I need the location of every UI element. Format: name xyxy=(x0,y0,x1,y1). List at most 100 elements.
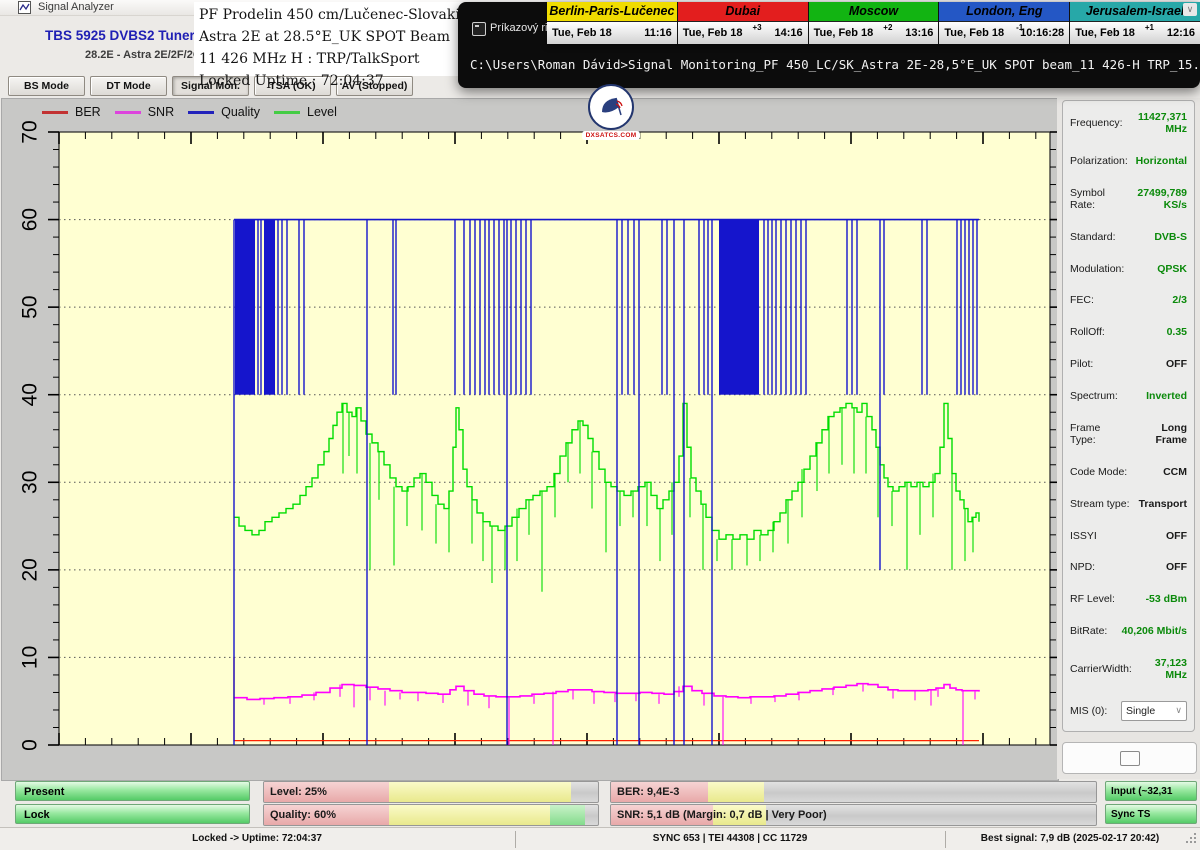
quality-bar-segment xyxy=(550,805,585,825)
clock-berlin-paris-lucenec: Berlin-Paris-Lučenec Tue, Feb 1811:16 xyxy=(547,2,677,44)
legend-label-level: Level xyxy=(307,105,337,119)
window-title: Signal Analyzer xyxy=(38,1,114,13)
param-label: RF Level: xyxy=(1070,593,1115,605)
param-value: 37,123 MHz xyxy=(1132,657,1187,681)
svg-text:40: 40 xyxy=(19,383,42,406)
clock-time: 14:16 xyxy=(774,27,802,39)
log-button[interactable] xyxy=(1062,742,1197,774)
quality-bar-segment xyxy=(389,805,549,825)
status-separator xyxy=(515,831,516,848)
param-label: Code Mode: xyxy=(1070,466,1127,478)
clock-time: 12:16 xyxy=(1167,27,1195,39)
snr-bar: SNR: 5,1 dB (Margin: 0,7 dB | Very Poor) xyxy=(610,804,1097,826)
param-row: Frame Type:Long Frame xyxy=(1070,422,1187,446)
level-bar-segment xyxy=(389,782,571,802)
param-label: Polarization: xyxy=(1070,155,1128,167)
clock-time: 10:16:28 xyxy=(1020,27,1064,39)
clock-jerusalem: Jerusalem-Israel Tue, Feb 1812:16 +1 xyxy=(1069,2,1200,44)
param-value: 0.35 xyxy=(1167,326,1187,338)
list-icon xyxy=(1120,751,1140,766)
legend-item-snr: SNR xyxy=(115,105,174,119)
svg-text:70: 70 xyxy=(19,120,42,143)
clock-utc-offset: +2 xyxy=(883,23,892,32)
present-indicator[interactable]: Present xyxy=(15,781,250,801)
status-uptime: Locked -> Uptime: 72:04:37 xyxy=(192,833,322,844)
quality-legend-line xyxy=(188,111,214,114)
param-value: Long Frame xyxy=(1128,422,1187,446)
signal-analyzer-window: Signal Analyzer TBS 5925 DVBS2 Tuner 28.… xyxy=(0,0,1200,850)
tab-bs-mode[interactable]: BS Mode xyxy=(8,76,85,96)
param-label: Modulation: xyxy=(1070,263,1124,275)
param-value: 27499,789 KS/s xyxy=(1123,187,1187,211)
param-value: OFF xyxy=(1166,358,1187,370)
sync-ts-indicator[interactable]: Sync TS xyxy=(1105,804,1197,824)
mis-selected-value: Single xyxy=(1126,705,1155,717)
mis-dropdown[interactable]: Single ∨ xyxy=(1121,701,1187,721)
param-label: Frame Type: xyxy=(1070,422,1128,446)
param-value: 11427,371 MHz xyxy=(1123,111,1187,135)
caption-line-3: 11 426 MHz H : TRP/TalkSport xyxy=(199,48,468,70)
status-bar: Locked -> Uptime: 72:04:37 SYNC 653 | TE… xyxy=(0,827,1200,850)
clock-city-label: London, Eng xyxy=(939,2,1069,22)
param-value: -53 dBm xyxy=(1146,593,1187,605)
param-label: Frequency: xyxy=(1070,117,1123,129)
legend-item-level: Level xyxy=(274,105,337,119)
caption-line-2: Astra 2E at 28.5°E_UK SPOT Beam xyxy=(199,26,468,48)
satellite-dish-icon xyxy=(588,84,634,130)
param-label: Standard: xyxy=(1070,231,1116,243)
param-row: Stream type: Transport xyxy=(1070,498,1187,510)
param-label: Symbol Rate: xyxy=(1070,187,1123,211)
param-value: DVB-S xyxy=(1154,231,1187,243)
param-row: Pilot: OFF xyxy=(1070,358,1187,370)
input-bitrate-indicator[interactable]: Input (~32,31 Mbps) xyxy=(1105,781,1197,801)
tuner-name: TBS 5925 DVBS2 Tuner xyxy=(45,28,195,43)
param-value: Transport xyxy=(1139,498,1187,510)
caption-overlay: PF Prodelin 450 cm/Lučenec-Slovakia Astr… xyxy=(199,4,468,92)
resize-grip[interactable] xyxy=(1186,833,1197,844)
param-row: FEC:2/3 xyxy=(1070,294,1187,306)
param-value: QPSK xyxy=(1157,263,1187,275)
tab-dt-mode[interactable]: DT Mode xyxy=(90,76,167,96)
mis-row: MIS (0): Single ∨ xyxy=(1070,701,1187,721)
clock-date: Tue, Feb 18 xyxy=(944,27,1004,39)
status-sync-counters: SYNC 653 | TEI 44308 | CC 11729 xyxy=(653,833,808,844)
legend-item-ber: BER xyxy=(42,105,101,119)
terminal-command-line[interactable]: C:\Users\Roman Dávid>Signal Monitoring_P… xyxy=(470,57,1200,72)
param-row: Polarization:Horizontal xyxy=(1070,155,1187,167)
param-row: BitRate:40,206 Mbit/s xyxy=(1070,625,1187,637)
param-label: Pilot: xyxy=(1070,358,1093,370)
terminal-title[interactable]: Príkazový ria xyxy=(490,22,554,34)
world-clocks: Berlin-Paris-Lučenec Tue, Feb 1811:16 Du… xyxy=(547,2,1200,44)
ber-bar-text: BER: 9,4E-3 xyxy=(617,782,679,802)
param-row: Code Mode:CCM xyxy=(1070,466,1187,478)
ber-bar: BER: 9,4E-3 xyxy=(610,781,1097,803)
param-label: RollOff: xyxy=(1070,326,1105,338)
param-label: CarrierWidth: xyxy=(1070,663,1132,675)
quality-bar-text: Quality: 60% xyxy=(270,805,336,825)
param-value: OFF xyxy=(1166,530,1187,542)
clock-city-label: Jerusalem-Israel xyxy=(1070,2,1200,22)
clock-moscow: Moscow Tue, Feb 1813:16 +2 xyxy=(808,2,939,44)
param-label: NPD: xyxy=(1070,561,1095,573)
svg-text:10: 10 xyxy=(19,646,42,669)
param-label: Spectrum: xyxy=(1070,390,1118,402)
param-label: ISSYI xyxy=(1070,530,1097,542)
quality-bar: Quality: 60% xyxy=(263,804,599,826)
svg-text:30: 30 xyxy=(19,471,42,494)
clock-city-label: Dubai xyxy=(678,2,808,22)
lock-indicator[interactable]: Lock xyxy=(15,804,250,824)
param-value: Inverted xyxy=(1146,390,1187,402)
logo-text: DXSATCS.COM xyxy=(582,131,640,140)
clock-utc-offset: +1 xyxy=(1145,23,1154,32)
caption-line-4: Locked Uptime : 72:04:37 xyxy=(199,70,468,92)
param-label: Stream type: xyxy=(1070,498,1130,510)
ber-bar-segment xyxy=(708,782,764,802)
level-bar-text: Level: 25% xyxy=(270,782,327,802)
param-row: Symbol Rate:27499,789 KS/s xyxy=(1070,187,1187,211)
param-row: RollOff: 0.35 xyxy=(1070,326,1187,338)
clock-time: 11:16 xyxy=(644,27,672,39)
chevron-down-icon[interactable]: ∨ xyxy=(1183,3,1197,16)
param-row: ISSYI OFF xyxy=(1070,530,1187,542)
chart-legend: BER SNR Quality Level xyxy=(42,105,337,119)
clock-time: 13:16 xyxy=(905,27,933,39)
